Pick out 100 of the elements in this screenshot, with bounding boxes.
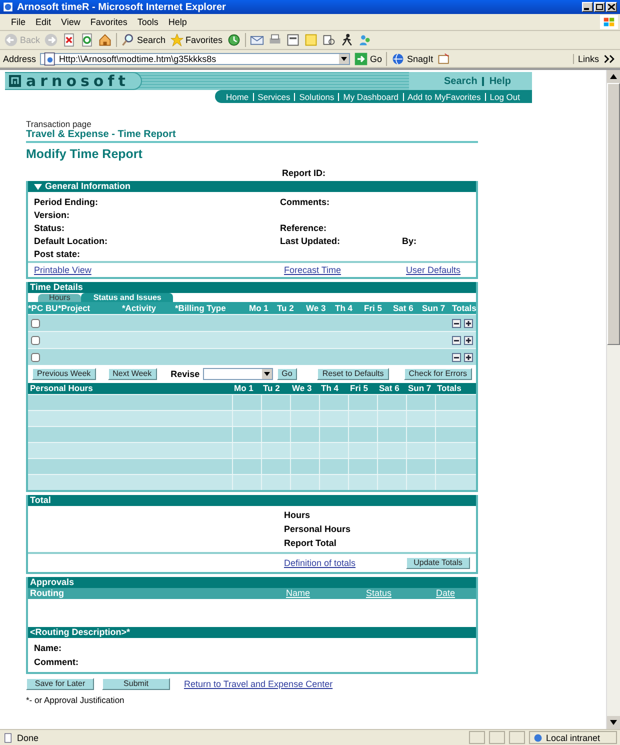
field-label: Reference: — [280, 222, 328, 232]
section-title: General Information — [45, 181, 131, 192]
address-field[interactable]: Http:\\Arnosoft\modtime.htm\g35kkks8s — [40, 52, 350, 64]
nav-link[interactable]: My Dashboard — [338, 92, 403, 100]
remove-row-button[interactable] — [452, 318, 461, 328]
tab[interactable]: Hours — [38, 294, 82, 302]
edit-icon — [286, 33, 300, 47]
add-row-button[interactable] — [464, 336, 473, 344]
field-label: Last Updated: — [280, 236, 342, 246]
column-header: *PC BU — [28, 303, 58, 313]
field-label: Name: — [34, 642, 63, 655]
nav-link[interactable]: Add to MyFavorites — [402, 92, 485, 100]
status-panel — [468, 731, 485, 744]
snagit-button[interactable]: SnagIt — [391, 52, 434, 66]
link[interactable]: Forecast Time — [284, 265, 342, 275]
column-header: Totals — [437, 383, 462, 394]
section-title: <Routing Description>* — [30, 627, 130, 638]
previous-week-button[interactable]: Previous Week — [32, 368, 96, 380]
nav-link[interactable]: Log Out — [484, 92, 524, 100]
plus-icon — [465, 320, 472, 326]
update-totals-button[interactable]: Update Totals — [406, 557, 470, 569]
add-row-button[interactable] — [464, 352, 473, 362]
section-title: Personal Hours — [30, 383, 94, 394]
status-text: Done — [17, 732, 40, 742]
column-header: Sat 6 — [379, 383, 400, 394]
nav-link[interactable]: Solutions — [294, 92, 338, 100]
nav-link[interactable]: Home — [222, 92, 253, 102]
window-title: Arnosoft timeR - Microsoft Internet Explorer — [17, 2, 227, 12]
menu-item[interactable]: Edit — [30, 17, 56, 27]
return-link[interactable]: Return to Travel and Expense Center — [184, 679, 333, 689]
row-checkbox[interactable] — [31, 336, 40, 344]
zone-label: Local intranet — [546, 732, 600, 742]
column-header: Sun 7 — [408, 383, 432, 394]
favorites-button[interactable]: Favorites — [170, 33, 223, 47]
logo-mark-icon — [9, 75, 21, 87]
menu-item[interactable]: Help — [163, 17, 192, 27]
row-checkbox[interactable] — [31, 318, 40, 328]
add-row-button[interactable] — [464, 318, 473, 328]
nav-link[interactable]: Services — [252, 92, 294, 100]
go-button[interactable]: Go — [276, 368, 298, 380]
status-panel — [488, 731, 505, 744]
field-label: Comment: — [34, 656, 80, 669]
page-title: Modify Time Report — [26, 147, 144, 161]
walking-figure-icon — [340, 33, 354, 47]
total-label: Report Total — [284, 537, 338, 550]
section-title: Approvals — [30, 577, 74, 588]
address-label: Address — [3, 54, 36, 64]
column-header: Tu 2 — [263, 383, 281, 394]
revise-dropdown[interactable] — [202, 368, 273, 380]
field-label: Status: — [34, 222, 66, 232]
column-header: *Project — [58, 303, 92, 313]
column-header: Routing — [30, 588, 65, 599]
column-header: Fri 5 — [364, 303, 383, 313]
browser-icon — [3, 2, 13, 12]
row-checkbox[interactable] — [31, 352, 40, 362]
link[interactable]: User Defaults — [406, 265, 461, 275]
maximize-icon — [596, 4, 603, 10]
remove-row-button[interactable] — [452, 352, 461, 362]
check-errors-button[interactable]: Check for Errors — [404, 368, 472, 380]
menu-item[interactable]: Tools — [132, 17, 164, 27]
menu-item[interactable]: View — [56, 17, 86, 27]
scrollbar[interactable] — [606, 70, 620, 729]
column-header: Mo 1 — [249, 303, 270, 313]
tab[interactable]: Status and Issues — [81, 293, 174, 302]
minimize-button[interactable] — [582, 2, 593, 12]
column-header: Tu 2 — [277, 303, 295, 313]
dropdown-arrow-icon[interactable] — [339, 54, 350, 64]
utility-link[interactable]: Help — [482, 76, 516, 86]
maximize-button[interactable] — [594, 2, 605, 12]
menu-item[interactable]: File — [6, 17, 31, 27]
column-header: Sat 6 — [393, 303, 414, 313]
column-header: Th 4 — [335, 303, 354, 313]
action-button[interactable]: Save for Later — [26, 678, 94, 690]
action-button[interactable]: Submit — [102, 678, 170, 690]
links-button[interactable]: Links — [572, 54, 599, 64]
research-icon — [322, 33, 336, 47]
close-button[interactable] — [606, 2, 617, 12]
field-label: Default Location: — [34, 236, 108, 246]
field-label: By: — [402, 236, 418, 246]
page-icon — [3, 732, 13, 742]
next-week-button[interactable]: Next Week — [108, 368, 157, 380]
capture-icon — [437, 52, 452, 66]
column-header: Fri 5 — [350, 383, 369, 394]
link[interactable]: Printable View — [34, 265, 92, 275]
reset-button[interactable]: Reset to Defaults — [317, 368, 389, 380]
definition-link[interactable]: Definition of totals — [284, 558, 406, 568]
remove-row-button[interactable] — [452, 336, 461, 344]
star-icon — [170, 33, 184, 47]
status-panel — [508, 731, 525, 744]
column-header: *Activity — [122, 303, 158, 313]
page-icon — [43, 52, 58, 66]
section-header[interactable]: General Information — [28, 181, 476, 192]
utility-link[interactable]: Search — [438, 76, 482, 86]
menu-item[interactable]: Favorites — [85, 17, 132, 27]
site-logo: arnosoft — [26, 72, 130, 90]
search-button[interactable]: Search — [121, 33, 166, 47]
go-button[interactable]: Go — [354, 52, 382, 66]
globe-icon — [391, 52, 406, 66]
down-arrow-icon — [610, 720, 617, 725]
total-label: Personal Hours — [284, 523, 352, 536]
